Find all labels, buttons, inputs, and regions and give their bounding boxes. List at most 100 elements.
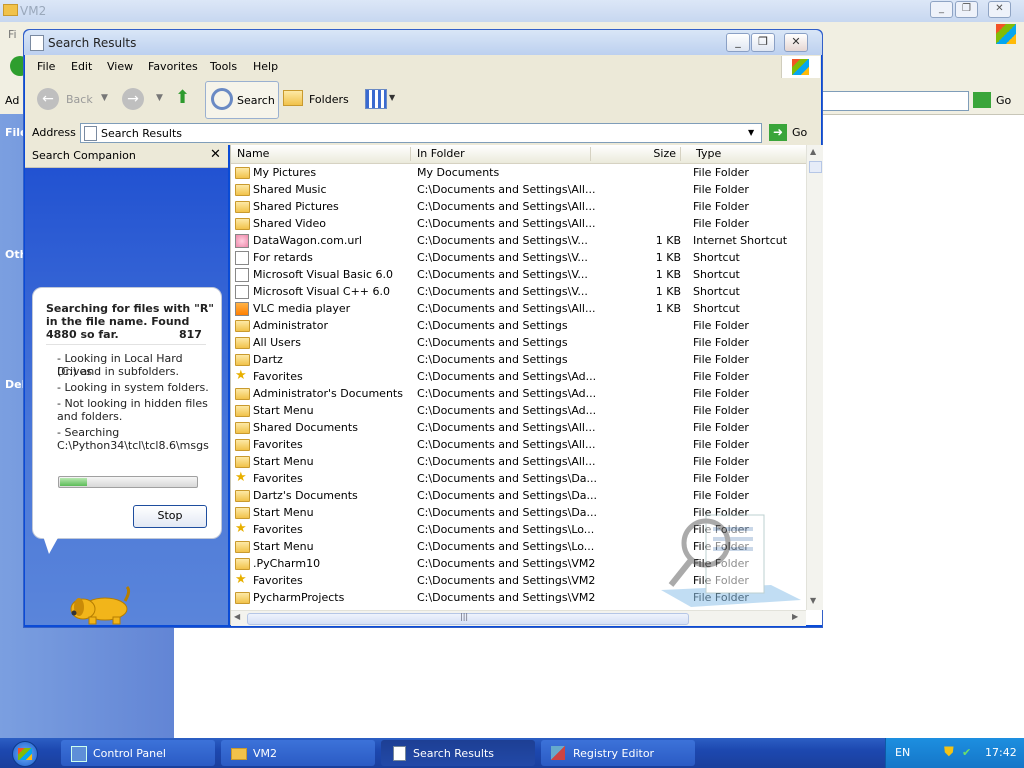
- folders-label[interactable]: Folders: [309, 93, 349, 106]
- safely-remove-icon[interactable]: ✔: [962, 746, 971, 759]
- table-row[interactable]: Start Menu C:\Documents and Settings\All.…: [231, 453, 806, 470]
- security-shield-icon[interactable]: ⛊: [944, 745, 954, 760]
- table-row[interactable]: Administrator's Documents C:\Documents an…: [231, 385, 806, 402]
- app-shortcut-icon: [235, 268, 249, 282]
- folder-icon: [235, 405, 250, 417]
- file-folder: C:\Documents and Settings\All...: [417, 183, 596, 196]
- table-row[interactable]: Shared Video C:\Documents and Settings\Al…: [231, 215, 806, 232]
- column-header-type[interactable]: Type: [690, 147, 806, 161]
- horizontal-scroll-thumb[interactable]: |||: [247, 612, 689, 625]
- taskbar-item-control-panel[interactable]: Control Panel: [61, 740, 215, 766]
- menu-view[interactable]: View: [107, 60, 133, 73]
- detail-line: and folders.: [57, 410, 123, 423]
- background-menu-file[interactable]: Fi: [8, 28, 17, 41]
- file-folder: C:\Documents and Settings\V...: [417, 285, 588, 298]
- table-row[interactable]: ★ Favorites C:\Documents and Settings\Ad..…: [231, 368, 806, 385]
- table-row[interactable]: Shared Documents C:\Documents and Setting…: [231, 419, 806, 436]
- up-folder-icon[interactable]: ⬆: [175, 87, 195, 109]
- folder-icon: [235, 439, 250, 451]
- views-icon[interactable]: [365, 89, 387, 109]
- file-folder: My Documents: [417, 166, 500, 179]
- table-row[interactable]: All Users C:\Documents and Settings File F…: [231, 334, 806, 351]
- go-label[interactable]: Go: [792, 126, 807, 139]
- column-header-name[interactable]: Name: [231, 147, 411, 161]
- scroll-left-icon[interactable]: ◀: [234, 612, 240, 621]
- vertical-scrollbar[interactable]: ▲ ▼: [806, 145, 823, 610]
- address-value: Search Results: [101, 127, 183, 140]
- maximize-icon[interactable]: ❐: [955, 1, 978, 18]
- window-title-bar[interactable]: Search Results _ ❐ ✕: [24, 30, 822, 55]
- taskbar-item-vm2[interactable]: VM2: [221, 740, 375, 766]
- search-button[interactable]: Search: [205, 81, 279, 119]
- file-name: Microsoft Visual Basic 6.0: [253, 268, 394, 281]
- horizontal-scrollbar[interactable]: ◀ ||| ▶: [231, 610, 806, 626]
- chevron-down-icon[interactable]: ▼: [101, 93, 108, 103]
- table-row[interactable]: Dartz's Documents C:\Documents and Settin…: [231, 487, 806, 504]
- table-row[interactable]: VLC media player C:\Documents and Setting…: [231, 300, 806, 317]
- table-row[interactable]: Shared Music C:\Documents and Settings\Al…: [231, 181, 806, 198]
- search-status-bubble: Searching for files with "R" in the file…: [32, 287, 222, 539]
- scroll-up-icon[interactable]: ▲: [810, 147, 816, 156]
- file-name: PycharmProjects: [253, 591, 345, 604]
- table-row[interactable]: ★ Favorites C:\Documents and Settings\Da..…: [231, 470, 806, 487]
- menu-favorites[interactable]: Favorites: [148, 60, 198, 73]
- file-type: Internet Shortcut: [693, 234, 788, 247]
- language-indicator[interactable]: EN: [895, 746, 910, 759]
- minimize-icon[interactable]: _: [930, 1, 953, 18]
- start-button[interactable]: [0, 738, 52, 768]
- star-icon: ★: [235, 572, 247, 587]
- table-row[interactable]: Administrator C:\Documents and Settings Fi…: [231, 317, 806, 334]
- maximize-button[interactable]: ❐: [751, 33, 775, 52]
- background-go-label[interactable]: Go: [996, 94, 1011, 107]
- detail-line: C:\Python34\tcl\tcl8.6\msgs: [57, 439, 209, 452]
- table-row[interactable]: Microsoft Visual C++ 6.0 C:\Documents and…: [231, 283, 806, 300]
- background-address-label: Ad: [5, 94, 20, 107]
- column-header-folder[interactable]: In Folder: [411, 147, 591, 161]
- go-arrow-icon[interactable]: ➜: [769, 124, 787, 141]
- search-dog-icon[interactable]: [69, 585, 131, 625]
- file-type: File Folder: [693, 200, 749, 213]
- folders-icon[interactable]: [283, 90, 303, 106]
- table-row[interactable]: Shared Pictures C:\Documents and Settings…: [231, 198, 806, 215]
- chevron-down-icon[interactable]: ▼: [156, 93, 163, 103]
- table-row[interactable]: DataWagon.com.url C:\Documents and Settin…: [231, 232, 806, 249]
- file-name: Start Menu: [253, 506, 314, 519]
- forward-icon[interactable]: →: [122, 88, 144, 110]
- menu-help[interactable]: Help: [253, 60, 278, 73]
- chevron-down-icon[interactable]: ▼: [748, 128, 754, 137]
- table-row[interactable]: My Pictures My Documents File Folder: [231, 164, 806, 181]
- file-folder: C:\Documents and Settings\Lo...: [417, 523, 595, 536]
- go-arrow-icon[interactable]: [973, 92, 991, 108]
- menu-tools[interactable]: Tools: [210, 60, 237, 73]
- table-row[interactable]: For retards C:\Documents and Settings\V..…: [231, 249, 806, 266]
- file-type: File Folder: [693, 472, 749, 485]
- menu-edit[interactable]: Edit: [71, 60, 92, 73]
- menu-file[interactable]: File: [37, 60, 55, 73]
- back-label[interactable]: Back: [66, 93, 93, 106]
- back-icon[interactable]: ←: [37, 88, 59, 110]
- minimize-button[interactable]: _: [726, 33, 750, 52]
- chevron-down-icon[interactable]: ▼: [389, 93, 395, 102]
- scroll-right-icon[interactable]: ▶: [792, 612, 798, 621]
- scroll-down-icon[interactable]: ▼: [810, 596, 816, 605]
- close-button[interactable]: ✕: [784, 33, 808, 52]
- background-address-input[interactable]: [822, 91, 969, 111]
- column-header-size[interactable]: Size: [591, 147, 681, 161]
- file-name: .PyCharm10: [253, 557, 321, 570]
- vertical-scroll-thumb[interactable]: [809, 161, 822, 173]
- close-icon[interactable]: ✕: [988, 1, 1011, 18]
- table-row[interactable]: Favorites C:\Documents and Settings\All..…: [231, 436, 806, 453]
- stop-button[interactable]: Stop: [133, 505, 207, 528]
- close-pane-icon[interactable]: ✕: [210, 147, 221, 162]
- table-row[interactable]: Dartz C:\Documents and Settings File Folde…: [231, 351, 806, 368]
- clock: 17:42: [985, 746, 1017, 759]
- file-folder: C:\Documents and Settings\All...: [417, 217, 596, 230]
- file-type: File Folder: [693, 336, 749, 349]
- taskbar-item-search-results[interactable]: Search Results: [381, 740, 535, 766]
- file-size: 1 KB: [655, 234, 681, 247]
- table-row[interactable]: Start Menu C:\Documents and Settings\Ad..…: [231, 402, 806, 419]
- taskbar-item-registry-editor[interactable]: Registry Editor: [541, 740, 695, 766]
- status-count: 817: [179, 328, 202, 341]
- address-input[interactable]: Search Results ▼: [80, 123, 762, 143]
- table-row[interactable]: Microsoft Visual Basic 6.0 C:\Documents a…: [231, 266, 806, 283]
